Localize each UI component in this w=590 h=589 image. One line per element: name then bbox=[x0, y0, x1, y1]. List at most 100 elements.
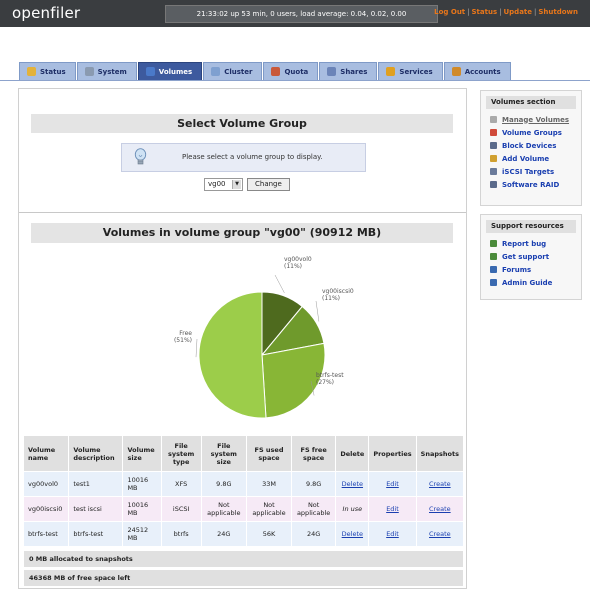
col-volume-size: Volume size bbox=[123, 436, 161, 471]
tab-label: Status bbox=[40, 67, 66, 76]
snapshots-cell: Create bbox=[416, 472, 463, 496]
col-delete: Delete bbox=[336, 436, 369, 471]
fs-used-cell: 56K bbox=[247, 522, 291, 546]
pie-label: Free bbox=[179, 330, 192, 337]
sidebar-item-label: Volume Groups bbox=[502, 128, 562, 137]
snapshots-cell: Create bbox=[416, 522, 463, 546]
edit-link[interactable]: Edit bbox=[386, 505, 399, 513]
change-button[interactable]: Change bbox=[247, 178, 290, 191]
uptime-status: 21:33:02 up 53 min, 0 users, load averag… bbox=[165, 5, 438, 23]
tab-accounts[interactable]: Accounts bbox=[443, 62, 511, 80]
table-row: vg00vol0 test1 10016 MB XFS 9.8G 33M 9.8G Delet… bbox=[24, 472, 463, 496]
volume-name-cell: vg00iscsi0 bbox=[24, 497, 69, 521]
sidebar-item-volume-groups[interactable]: Volume Groups bbox=[490, 126, 581, 139]
volume-name-cell: vg00vol0 bbox=[24, 472, 69, 496]
pie-percent-label: (51%) bbox=[174, 337, 192, 344]
tab-cluster[interactable]: Cluster bbox=[203, 62, 263, 80]
sidebar-item-add-volume[interactable]: Add Volume bbox=[490, 152, 581, 165]
free-space-summary: 46368 MB of free space left bbox=[24, 570, 463, 586]
sidebar-item-label: Manage Volumes bbox=[502, 115, 570, 124]
pie-percent-label: (27%) bbox=[316, 379, 334, 386]
tab-volumes[interactable]: Volumes bbox=[137, 62, 203, 80]
update-link[interactable]: Update bbox=[503, 8, 532, 16]
notice-box: Please select a volume group to display. bbox=[121, 143, 366, 172]
iscsi-targets-icon bbox=[490, 168, 497, 175]
main-tabs: Status System Volumes Cluster Quota Shares Ser… bbox=[19, 62, 512, 80]
sidebar-item-admin-guide[interactable]: Admin Guide bbox=[490, 276, 581, 289]
sidebar-item-label: Get support bbox=[502, 252, 550, 261]
sidebar-item-software-raid[interactable]: Software RAID bbox=[490, 178, 581, 191]
tab-system[interactable]: System bbox=[76, 62, 137, 80]
edit-link[interactable]: Edit bbox=[386, 480, 399, 488]
openfiler-logo: openfiler bbox=[12, 4, 81, 22]
create-snapshot-link[interactable]: Create bbox=[429, 480, 451, 488]
tab-label: Volumes bbox=[158, 67, 193, 76]
manage-volumes-icon bbox=[490, 116, 497, 123]
tab-shares[interactable]: Shares bbox=[319, 62, 378, 80]
col-volume-name: Volume name bbox=[24, 436, 69, 471]
cluster-icon bbox=[211, 67, 221, 76]
status-link[interactable]: Status bbox=[472, 8, 498, 16]
pie-slice-free bbox=[198, 291, 267, 419]
get-support-icon bbox=[490, 253, 497, 260]
tab-services[interactable]: Services bbox=[378, 62, 443, 80]
admin-guide-icon bbox=[490, 279, 497, 286]
volume-group-select[interactable]: vg00 ▼ bbox=[204, 178, 243, 191]
delete-link[interactable]: Delete bbox=[342, 480, 363, 488]
shutdown-link[interactable]: Shutdown bbox=[538, 8, 578, 16]
sidebar-item-block-devices[interactable]: Block Devices bbox=[490, 139, 581, 152]
table-row: vg00iscsi0 test iscsi 10016 MB iSCSI Not app… bbox=[24, 497, 463, 521]
table-row: btrfs-test btrfs-test 24512 MB btrfs 24G 56K 2… bbox=[24, 522, 463, 546]
volume-description-cell: test1 bbox=[69, 472, 123, 496]
pie-leader-line bbox=[195, 338, 198, 358]
delete-cell: In use bbox=[336, 497, 369, 521]
volume-size-cell: 10016 MB bbox=[123, 497, 161, 521]
pie-percent-label: (11%) bbox=[322, 295, 340, 302]
volumes-table: Volume name Volume description Volume si… bbox=[23, 435, 464, 547]
col-fs-size: File system size bbox=[201, 436, 247, 471]
properties-cell: Edit bbox=[369, 497, 416, 521]
services-icon bbox=[386, 67, 396, 76]
sidebar-item-report-bug[interactable]: Report bug bbox=[490, 237, 581, 250]
tab-label: Cluster bbox=[224, 67, 253, 76]
volume-description-cell: test iscsi bbox=[69, 497, 123, 521]
pie-leader-line bbox=[315, 300, 320, 322]
properties-cell: Edit bbox=[369, 522, 416, 546]
edit-link[interactable]: Edit bbox=[386, 530, 399, 538]
forums-icon bbox=[490, 266, 497, 273]
sidebar-item-iscsi-targets[interactable]: iSCSI Targets bbox=[490, 165, 581, 178]
sidebar-item-label: Forums bbox=[502, 265, 532, 274]
top-links: Log Out | Status | Update | Shutdown bbox=[434, 8, 578, 16]
volume-size-cell: 10016 MB bbox=[123, 472, 161, 496]
sidebar-item-label: Software RAID bbox=[502, 180, 560, 189]
fs-type-cell: XFS bbox=[161, 472, 201, 496]
sidebar-item-manage-volumes[interactable]: Manage Volumes bbox=[490, 113, 581, 126]
delete-link[interactable]: Delete bbox=[342, 530, 363, 538]
tab-quota[interactable]: Quota bbox=[263, 62, 319, 80]
logout-link[interactable]: Log Out bbox=[434, 8, 465, 16]
tab-status[interactable]: Status bbox=[19, 62, 76, 80]
sidebar-item-forums[interactable]: Forums bbox=[490, 263, 581, 276]
support-resources-title: Support resources bbox=[486, 220, 576, 233]
section-divider bbox=[19, 212, 466, 213]
chevron-down-icon: ▼ bbox=[232, 180, 241, 189]
create-snapshot-link[interactable]: Create bbox=[429, 505, 451, 513]
add-volume-icon bbox=[490, 155, 497, 162]
software-raid-icon bbox=[490, 181, 497, 188]
create-snapshot-link[interactable]: Create bbox=[429, 530, 451, 538]
col-volume-description: Volume description bbox=[69, 436, 123, 471]
system-icon bbox=[84, 67, 94, 76]
pie-label: btrfs-test bbox=[316, 372, 344, 379]
tab-label: Quota bbox=[284, 67, 309, 76]
fs-size-cell: Not applicable bbox=[201, 497, 247, 521]
sidebar-item-get-support[interactable]: Get support bbox=[490, 250, 581, 263]
shares-icon bbox=[327, 67, 337, 76]
sidebar-item-label: Admin Guide bbox=[502, 278, 553, 287]
volumes-section-panel: Volumes section Manage Volumes Volume Gro… bbox=[480, 90, 582, 206]
quota-icon bbox=[271, 67, 281, 76]
volume-groups-icon bbox=[490, 129, 497, 136]
col-properties: Properties bbox=[369, 436, 416, 471]
volume-usage-pie-chart: vg00vol0(11%)vg00iscsi0(11%)btrfs-test(2… bbox=[174, 256, 354, 419]
group-select-row: vg00 ▼ Change bbox=[204, 178, 290, 191]
tab-divider bbox=[0, 80, 590, 81]
